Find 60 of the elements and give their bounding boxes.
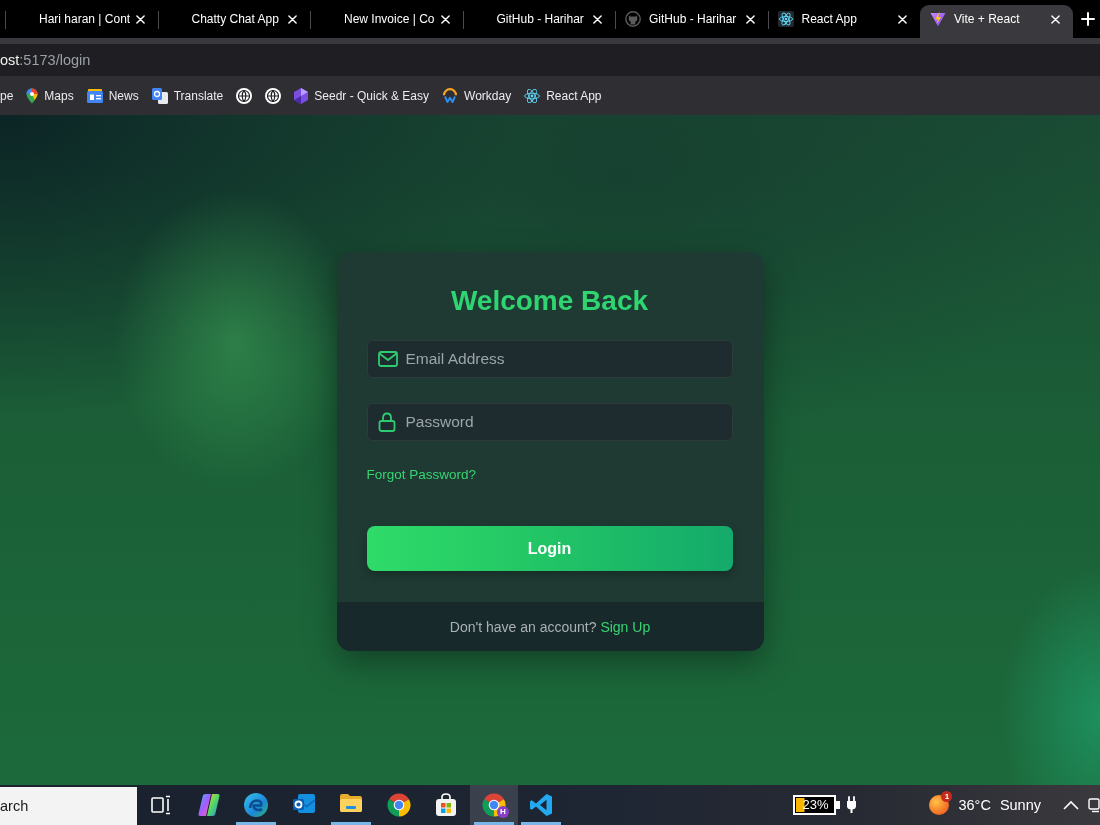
mail-tile-icon: [291, 793, 316, 815]
gem-icon: [294, 87, 309, 104]
bookmark[interactable]: Maps: [26, 84, 74, 107]
window-stack-icon[interactable]: [151, 795, 171, 815]
segmented-circle-icon: [386, 793, 411, 817]
shopping-bag-icon: [435, 793, 458, 817]
password-field[interactable]: Password: [366, 403, 733, 441]
map-pin-icon: [26, 87, 39, 104]
chevron-up-icon[interactable]: [1063, 800, 1079, 810]
bookmark[interactable]: Workday: [442, 84, 512, 107]
taskbar-button[interactable]: H: [470, 785, 518, 825]
bookmark[interactable]: React App: [524, 84, 602, 107]
close-icon[interactable]: [1050, 14, 1060, 24]
bookmark[interactable]: News: [86, 84, 139, 107]
email-field[interactable]: Email Address: [366, 340, 733, 378]
profile-badge: H: [497, 806, 509, 818]
bookmark[interactable]: pe: [0, 84, 14, 107]
weather-condition[interactable]: Sunny: [999, 797, 1041, 813]
mail-icon: [377, 351, 398, 367]
close-icon[interactable]: [898, 14, 907, 24]
close-icon[interactable]: [745, 14, 755, 24]
notification-badge: 1: [941, 791, 953, 802]
address-field[interactable]: ost:5173/login: [0, 44, 1100, 76]
bookmark[interactable]: Translate: [151, 84, 224, 107]
segmented-circle-icon: [481, 793, 506, 817]
browser-tab[interactable]: GitHub - Harihar: [462, 5, 615, 38]
browser-tab[interactable]: React App: [767, 5, 920, 38]
close-icon[interactable]: [440, 14, 450, 24]
browser-tab[interactable]: Hari haran | Cont: [5, 5, 158, 38]
search-field[interactable]: arch: [0, 787, 137, 825]
two-tiles-icon: [151, 87, 168, 104]
signup-prompt: Don't have an account? Sign Up: [449, 617, 651, 636]
sun-icon[interactable]: [929, 795, 950, 815]
arc-icon: [442, 88, 458, 103]
lock-icon: [377, 412, 396, 432]
folded-ribbon-icon: [529, 793, 554, 817]
sign-up-link[interactable]: Sign Up: [600, 618, 651, 635]
plus-icon[interactable]: [1080, 12, 1095, 26]
swirl-icon: [244, 793, 269, 817]
atom-icon: [777, 11, 794, 27]
temperature-text[interactable]: 36°C: [958, 797, 991, 813]
browser-tab[interactable]: GitHub - Harihar: [615, 5, 768, 38]
browser-tab[interactable]: New Invoice | Co: [310, 5, 463, 38]
forgot-password-link[interactable]: Forgot Password?: [366, 467, 477, 482]
browser-tab[interactable]: Chatty Chat App: [157, 5, 310, 38]
globe-icon: [265, 87, 282, 104]
atom-icon: [524, 88, 541, 103]
folder-icon: [339, 793, 364, 813]
browser-tab[interactable]: Vite + React: [920, 5, 1073, 38]
cat-icon: [625, 11, 641, 27]
globe-icon: [236, 87, 253, 104]
close-icon[interactable]: [135, 14, 145, 24]
screen-icon[interactable]: [1088, 797, 1100, 813]
close-icon[interactable]: [593, 14, 602, 24]
welcome-title: Welcome Back: [450, 284, 649, 318]
newspaper-icon: [86, 88, 103, 103]
ribbon-icon: [196, 793, 221, 817]
bookmark[interactable]: Seedr - Quick & Easy: [294, 84, 429, 107]
close-icon[interactable]: [288, 14, 297, 24]
bolt-icon: [930, 11, 946, 27]
